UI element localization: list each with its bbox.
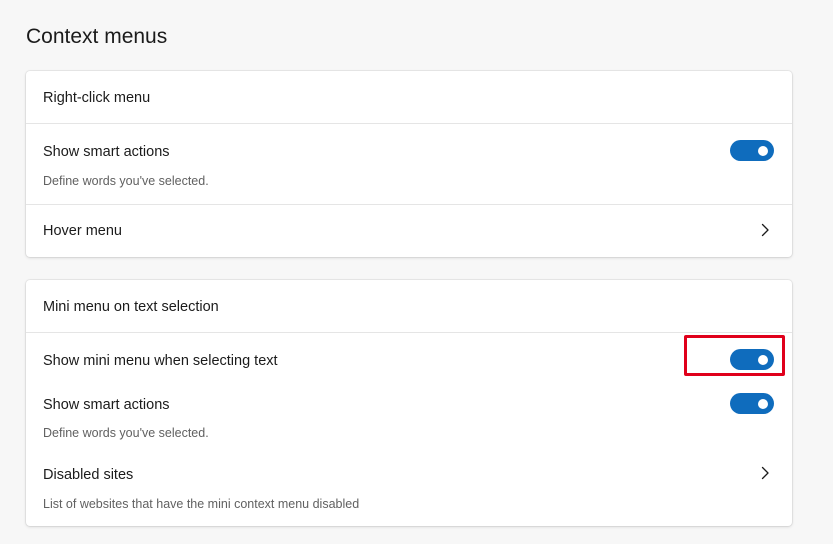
show-smart-actions-description: Define words you've selected. xyxy=(43,426,209,440)
mini-show-smart-actions-toggle[interactable] xyxy=(730,393,774,414)
show-smart-actions-description: Define words you've selected. xyxy=(43,174,209,188)
right-click-menu-card: Right-click menu Show smart actions Defi… xyxy=(26,71,792,257)
disabled-sites-label: Disabled sites xyxy=(43,467,134,483)
show-smart-actions-label: Show smart actions xyxy=(43,397,170,413)
chevron-right-icon[interactable] xyxy=(758,223,772,237)
chevron-right-icon[interactable] xyxy=(758,466,772,480)
show-smart-actions-toggle[interactable] xyxy=(730,140,774,161)
disabled-sites-description: List of websites that have the mini cont… xyxy=(43,497,360,511)
page-title: Context menus xyxy=(26,25,168,48)
show-smart-actions-label: Show smart actions xyxy=(43,144,170,160)
toggle-knob xyxy=(758,145,768,156)
toggle-knob xyxy=(758,354,768,365)
mini-menu-card: Mini menu on text selection Show mini me… xyxy=(26,280,792,526)
divider xyxy=(26,332,792,333)
divider xyxy=(26,123,792,124)
right-click-menu-header: Right-click menu xyxy=(43,90,151,106)
divider xyxy=(26,204,792,205)
hover-menu-label: Hover menu xyxy=(43,223,122,239)
toggle-knob xyxy=(758,398,768,409)
mini-menu-header: Mini menu on text selection xyxy=(43,299,219,315)
show-mini-menu-label: Show mini menu when selecting text xyxy=(43,353,278,369)
show-mini-menu-toggle[interactable] xyxy=(730,349,774,370)
